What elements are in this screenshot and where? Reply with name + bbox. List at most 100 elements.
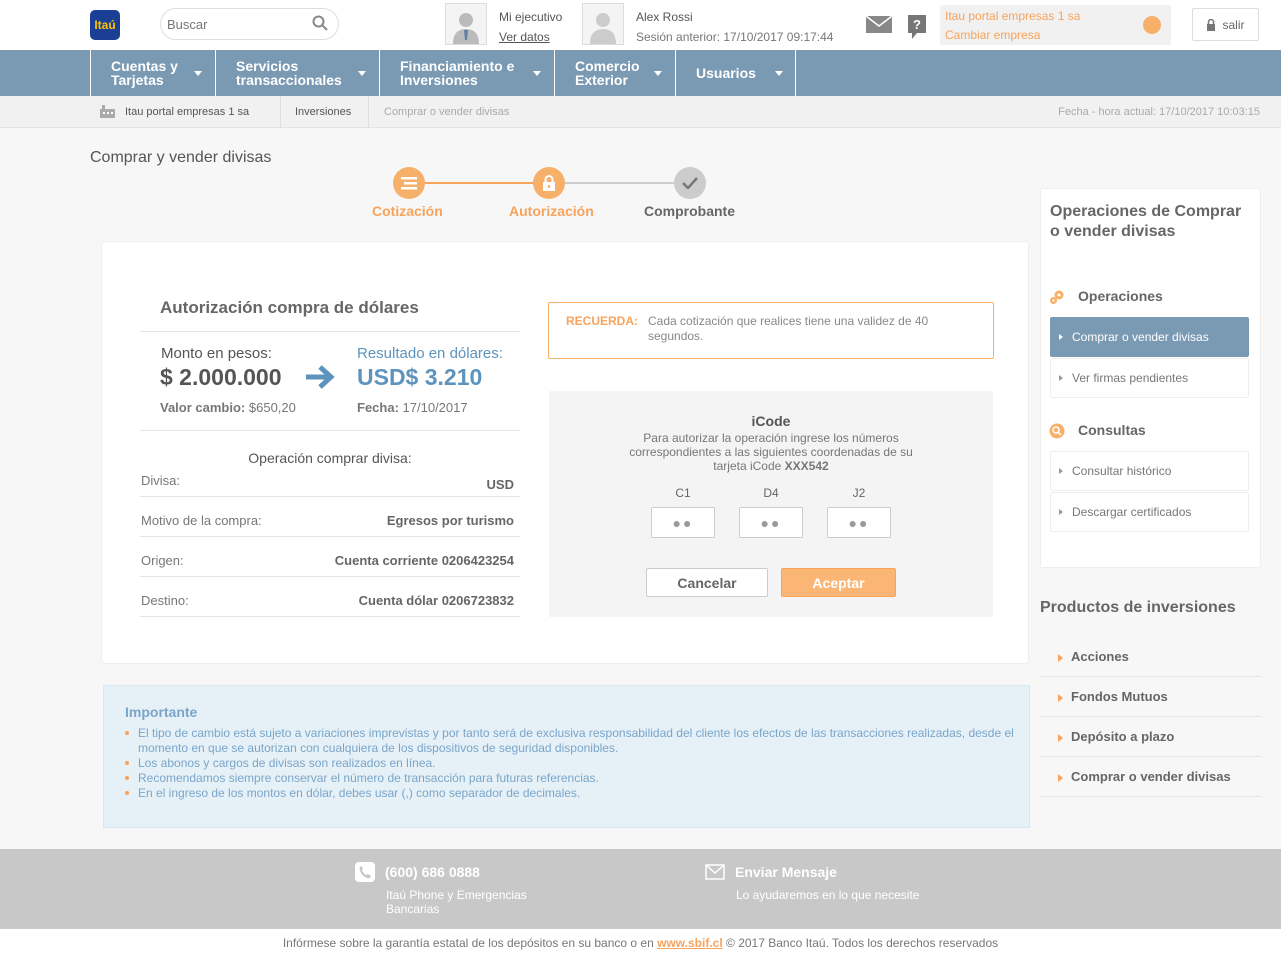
products-title: Productos de inversiones <box>1040 599 1236 616</box>
detail-value-motivo: Egresos por turismo <box>386 513 514 528</box>
detail-label-divisa: Divisa: <box>141 473 181 488</box>
breadcrumb-divider <box>368 96 369 128</box>
sidebar-item-firmas-pendientes[interactable]: Ver firmas pendientes <box>1050 358 1249 398</box>
product-fondos-mutuos[interactable]: Fondos Mutuos <box>1040 677 1261 717</box>
icode-card-id: XXX542 <box>784 459 829 473</box>
itau-logo[interactable]: Itaú <box>90 10 120 40</box>
switch-company-icon[interactable] <box>1143 16 1161 34</box>
coordinate-label-d4: D4 <box>763 486 779 500</box>
user-name: Alex Rossi <box>636 10 693 24</box>
step-connector <box>424 182 534 184</box>
coordinate-input-d4[interactable] <box>739 507 803 538</box>
divider <box>140 536 520 537</box>
legal-prefix: Infórmese sobre la garantía estatal de l… <box>282 936 654 950</box>
breadcrumb-company[interactable]: Itau portal empresas 1 sa <box>125 106 249 118</box>
detail-label-origen: Origen: <box>141 553 184 568</box>
divider <box>140 576 520 577</box>
nav-comercio-exterior[interactable]: Comercio Exterior <box>554 50 675 96</box>
breadcrumb-inversiones[interactable]: Inversiones <box>295 106 351 118</box>
chevron-down-icon <box>533 71 541 76</box>
chevron-down-icon <box>194 71 202 76</box>
sidebar-section-consultas: Consultas <box>1078 422 1146 438</box>
step-cotizacion-label: Cotización <box>372 203 443 219</box>
operation-title: Operación comprar divisa: <box>248 450 412 466</box>
amount-value: $ 2.000.000 <box>160 364 282 390</box>
executive-label: Mi ejecutivo <box>499 10 563 24</box>
product-comprar-vender[interactable]: Comprar o vender divisas <box>1040 757 1261 797</box>
detail-label-motivo: Motivo de la compra: <box>141 513 262 528</box>
chevron-down-icon <box>358 71 366 76</box>
help-icon[interactable]: ? <box>907 14 927 40</box>
important-list: El tipo de cambio está sujeto a variacio… <box>125 726 1020 801</box>
nav-financiamiento-inversiones[interactable]: Financiamiento e Inversiones <box>379 50 554 96</box>
footer-message-subtitle: Lo ayudaremos en lo que necesite <box>736 888 920 902</box>
exchange-rate: Valor cambio: $650,20 <box>160 400 296 415</box>
detail-value-origen: Cuenta corriente 0206423254 <box>334 553 514 568</box>
quote-date: Fecha: 17/10/2017 <box>357 400 468 415</box>
important-title: Importante <box>125 704 198 720</box>
logout-label: salir <box>1222 17 1245 32</box>
nav-label: Exterior <box>575 72 628 88</box>
change-company-link[interactable]: Cambiar empresa <box>945 28 1040 42</box>
search-icon[interactable] <box>312 15 328 31</box>
building-icon <box>100 105 115 118</box>
footer-phone[interactable]: (600) 686 0888 <box>385 864 480 880</box>
current-datetime: Fecha - hora actual: 17/10/2017 10:03:15 <box>1058 106 1260 118</box>
step-comprobante-circle <box>674 167 706 199</box>
main-nav: Cuentas y Tarjetas Servicios transaccional… <box>0 50 1281 96</box>
nav-servicios-transaccionales[interactable]: Servicios transaccionales <box>215 50 379 96</box>
list-item: Recomendamos siempre conservar el número… <box>125 771 1020 786</box>
divider <box>140 616 520 617</box>
arrow-right-icon <box>306 365 335 389</box>
nav-label: transaccionales <box>236 72 342 88</box>
company-name: Itau portal empresas 1 sa <box>945 9 1081 23</box>
footer-phone-subtitle: Itaú Phone y Emergencias Bancarias <box>386 888 527 916</box>
product-deposito-plazo[interactable]: Depósito a plazo <box>1040 717 1261 757</box>
cancel-button[interactable]: Cancelar <box>646 568 768 597</box>
executive-details-link[interactable]: Ver datos <box>499 30 550 44</box>
result-value: USD$ 3.210 <box>357 364 483 390</box>
reminder-title: RECUERDA: <box>566 314 638 328</box>
phone-icon <box>355 862 375 882</box>
sidebar-item-consultar-historico[interactable]: Consultar histórico <box>1050 451 1249 491</box>
coordinate-input-c1[interactable] <box>651 507 715 538</box>
rate-label: Valor cambio: <box>160 400 246 415</box>
search-history-icon <box>1049 423 1065 439</box>
sidebar-item-comprar-vender[interactable]: Comprar o vender divisas <box>1050 317 1249 357</box>
list-item: En el ingreso de los montos en dólar, de… <box>125 786 1020 801</box>
mail-icon[interactable] <box>865 13 893 35</box>
legal-text: Infórmese sobre la garantía estatal de l… <box>0 936 1281 950</box>
list-item: Los abonos y cargos de divisas son reali… <box>125 756 1020 771</box>
nav-label: Tarjetas <box>111 72 164 88</box>
divider <box>140 496 520 497</box>
nav-label: Usuarios <box>696 65 756 81</box>
step-connector <box>563 182 676 184</box>
logout-button[interactable]: salir <box>1192 8 1259 41</box>
breadcrumb-current: Comprar o vender divisas <box>384 106 510 118</box>
date-value: 17/10/2017 <box>402 400 468 415</box>
authorization-title: Autorización compra de dólares <box>160 298 419 317</box>
sidebar-item-descargar-certificados[interactable]: Descargar certificados <box>1050 492 1249 532</box>
reminder-text: Cada cotización que realices tiene una v… <box>648 314 929 343</box>
divider <box>140 331 520 332</box>
executive-person-icon <box>453 13 479 44</box>
nav-cuentas-tarjetas[interactable]: Cuentas y Tarjetas <box>90 50 215 96</box>
sbif-link[interactable]: www.sbif.cl <box>657 936 723 950</box>
user-person-icon <box>590 13 616 44</box>
coordinate-input-j2[interactable] <box>827 507 891 538</box>
accept-button[interactable]: Aceptar <box>781 568 896 597</box>
step-autorizacion-circle <box>533 167 565 199</box>
result-label: Resultado en dólares: <box>357 345 503 362</box>
lock-icon <box>1207 18 1216 31</box>
chevron-down-icon <box>654 71 662 76</box>
list-icon <box>401 177 417 190</box>
detail-label-destino: Destino: <box>141 593 189 608</box>
envelope-icon <box>705 864 725 880</box>
product-acciones[interactable]: Acciones <box>1040 637 1261 677</box>
icode-description: Para autorizar la operación ingrese los … <box>625 431 917 473</box>
nav-usuarios[interactable]: Usuarios <box>675 50 796 96</box>
detail-value-divisa: USD <box>486 477 514 492</box>
footer-send-message[interactable]: Enviar Mensaje <box>735 864 837 880</box>
chevron-down-icon <box>775 71 783 76</box>
list-item: El tipo de cambio está sujeto a variacio… <box>125 726 1020 756</box>
